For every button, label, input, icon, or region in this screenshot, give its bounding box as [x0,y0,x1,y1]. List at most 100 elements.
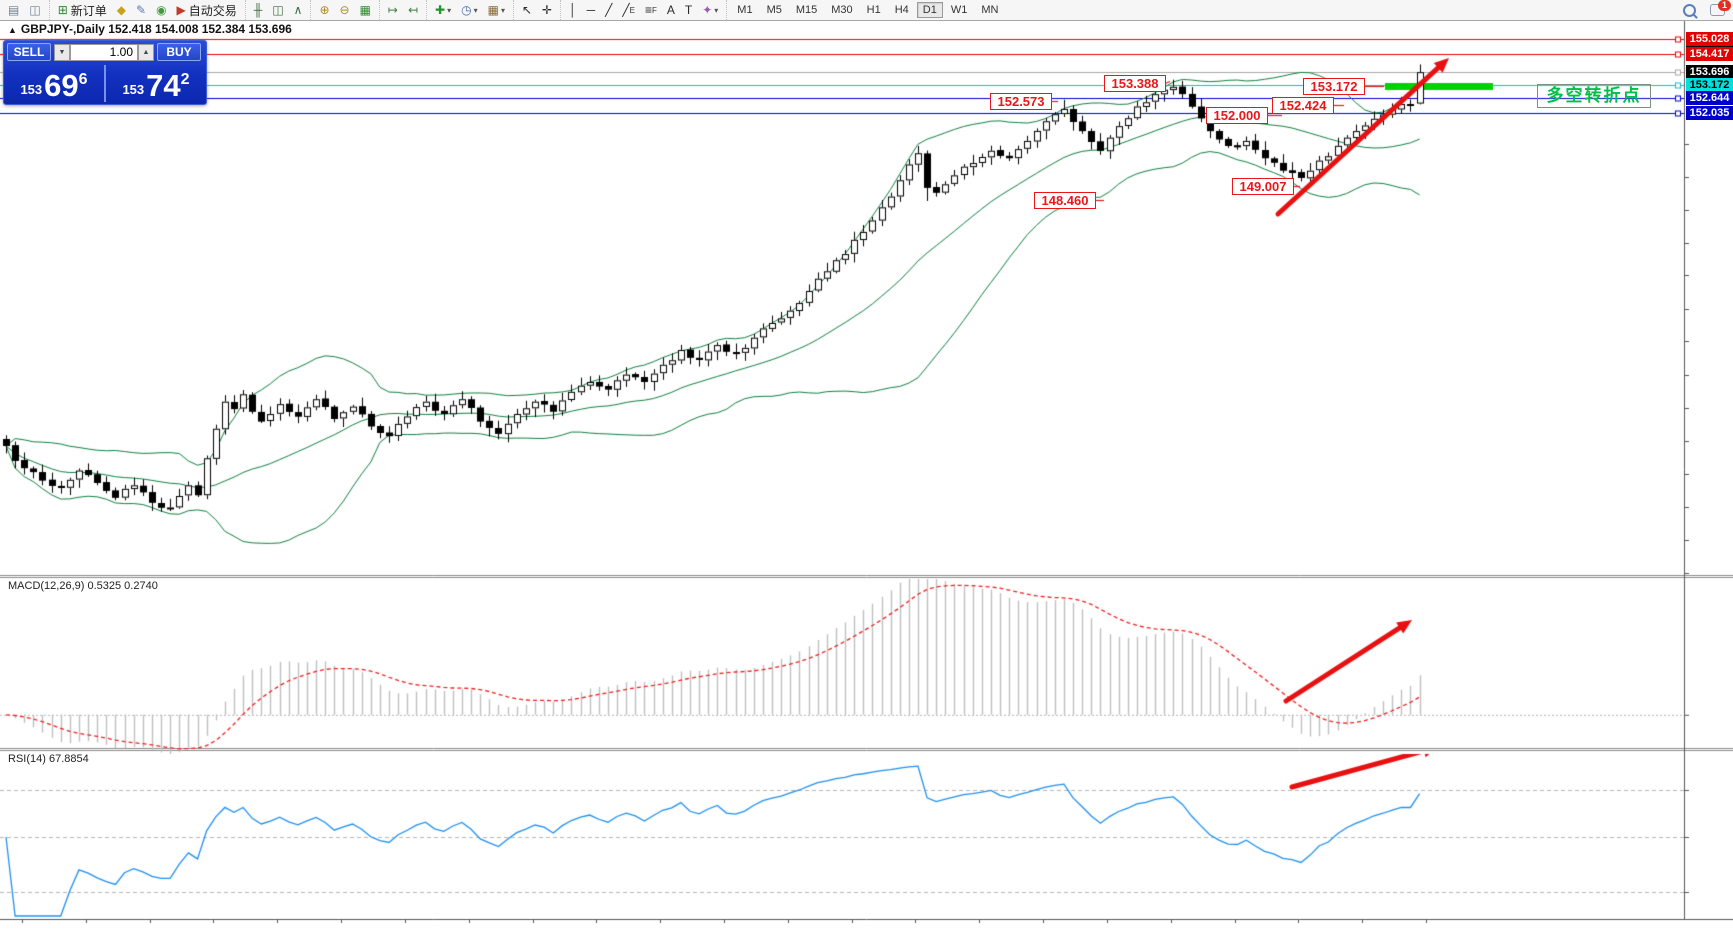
sell-button[interactable]: SELL [7,43,51,61]
profiles-icon[interactable]: ◫ [25,1,44,20]
symbol-ohlc-text: GBPJPY-,Daily 152.418 154.008 152.384 15… [21,22,292,36]
caret-up-icon: ▲ [143,49,150,56]
price-annotation[interactable]: 152.424 [1272,97,1334,114]
chart-canvas[interactable] [0,20,1733,939]
cursor-icon[interactable]: ↖ [518,1,536,20]
timeframe-mn[interactable]: MN [975,2,1004,18]
notifications-icon[interactable]: 1 [1710,4,1725,16]
bull-bear-turning-point-note[interactable]: 多空转折点 [1537,84,1651,108]
indicators-icon[interactable]: ✚▾ [431,1,455,20]
timeframe-w1[interactable]: W1 [945,2,974,18]
broadcast-icon[interactable]: ◉ [152,1,170,20]
caret-down-icon: ▼ [59,49,66,56]
auto-scroll-icon[interactable]: ↦ [384,1,402,20]
crosshair-icon[interactable]: ✛ [538,1,556,20]
new-order-button: ⊞ [58,2,68,18]
toolbar-group: ✚▾◷▾▦▾ [426,0,513,20]
sell-price-base: 153 [20,82,42,97]
candles-chart-icon[interactable]: ◫ [268,1,287,20]
autotrading-button: ▶ [177,2,186,18]
depth-of-market-icon: ◆ [117,2,126,18]
dropdown-caret-icon[interactable]: ▾ [714,6,718,15]
periods-icon[interactable]: ◷▾ [457,1,482,20]
autotrading-button[interactable]: ▶自动交易 [173,1,241,20]
toolbar-group: ↦↤ [379,0,426,20]
current-price-tag: 153.696 [1686,65,1733,79]
timeframe-h4[interactable]: H4 [889,2,915,18]
notification-badge: 1 [1718,0,1731,11]
trendline-icon: ╱ [605,2,612,18]
macd-label: MACD(12,26,9) 0.5325 0.2740 [8,580,158,592]
rsi-label: RSI(14) 67.8854 [8,753,89,765]
tile-windows-icon: ▦ [360,2,371,18]
toolbar-group: ↖✛ [513,0,560,20]
autotrading-button-label: 自动交易 [189,2,237,19]
indicators-icon: ✚ [435,2,445,18]
arrows-icon[interactable]: ✦▾ [698,1,722,20]
sell-price[interactable]: 153 69 6 [4,63,104,104]
periods-icon: ◷ [461,2,471,18]
equidistant-channel-icon-sub: E [630,6,635,15]
volume-input[interactable] [70,44,138,61]
text-label-icon[interactable]: T [681,1,696,20]
price-annotation[interactable]: 153.172 [1303,78,1365,95]
toolbar-group: ⊞新订单 ◆ ✎ ◉ ▶自动交易 [49,0,245,20]
level-price-tag: 153.172 [1686,78,1733,92]
tile-windows-icon[interactable]: ▦ [356,1,375,20]
vertical-line-icon[interactable]: │ [565,1,581,20]
timeframe-m1[interactable]: M1 [731,2,758,18]
level-price-tag: 155.028 [1686,32,1733,46]
top-toolbar: ▤◫⊞新订单◆✎◉▶自动交易╫◫∧⊕⊖▦↦↤✚▾◷▾▦▾↖✛│─╱╱E≡FAT✦… [0,0,1733,21]
zoom-in-icon[interactable]: ⊕ [315,1,333,20]
depth-of-market-icon[interactable]: ◆ [113,1,130,20]
broadcast-icon: ◉ [156,2,166,18]
trendline-icon[interactable]: ╱ [601,1,616,20]
new-chart-icon[interactable]: ▤ [4,1,23,20]
price-annotation[interactable]: 152.000 [1206,107,1268,124]
zoom-out-icon[interactable]: ⊖ [336,1,354,20]
price-annotation[interactable]: 153.388 [1104,75,1166,92]
dropdown-caret-icon[interactable]: ▾ [474,6,478,15]
volume-increase-button[interactable]: ▲ [138,44,154,61]
equidistant-channel-icon[interactable]: ╱E [618,1,639,20]
sell-price-pip: 6 [79,71,88,89]
new-order-button[interactable]: ⊞新订单 [54,1,111,20]
dropdown-caret-icon[interactable]: ▾ [447,6,451,15]
horizontal-line-icon[interactable]: ─ [583,1,600,20]
buy-price[interactable]: 153 74 2 [106,63,206,104]
price-annotation[interactable]: 149.007 [1232,178,1294,195]
chart-shift-icon[interactable]: ↤ [404,1,422,20]
dropdown-caret-icon[interactable]: ▾ [501,6,505,15]
crosshair-icon: ✛ [542,2,552,18]
bars-chart-icon[interactable]: ╫ [250,1,267,20]
buy-button[interactable]: BUY [157,43,201,61]
templates-icon[interactable]: ▦▾ [484,1,509,20]
auto-scroll-icon: ↦ [388,2,398,18]
zoom-out-icon: ⊖ [340,2,350,18]
line-chart-icon[interactable]: ∧ [290,1,307,20]
profiles-icon: ◫ [29,2,40,18]
text-icon: A [667,2,675,18]
one-click-trading-panel: SELL ▼ ▲ BUY 153 69 6 153 74 2 [3,40,207,105]
fibonacci-icon[interactable]: ≡F [641,1,661,20]
buy-price-main: 74 [146,71,180,101]
new-chart-icon: ▤ [8,2,19,18]
trade-panel-controls: SELL ▼ ▲ BUY [4,41,206,63]
timeframe-m15[interactable]: M15 [790,2,823,18]
timeframe-d1[interactable]: D1 [917,2,943,18]
timeframe-m5[interactable]: M5 [761,2,788,18]
volume-decrease-button[interactable]: ▼ [54,44,70,61]
templates-icon: ▦ [488,2,499,18]
fibonacci-icon-sub: F [652,6,657,15]
price-annotation[interactable]: 148.460 [1034,192,1096,209]
price-annotation[interactable]: 152.573 [990,93,1052,110]
toolbar-group: │─ ╱ ╱E≡F AT✦▾ [560,0,726,20]
metaeditor-icon: ✎ [136,2,146,18]
metaeditor-icon[interactable]: ✎ [132,1,150,20]
buy-price-pip: 2 [181,71,190,89]
timeframe-h1[interactable]: H1 [861,2,887,18]
search-icon[interactable] [1683,4,1696,17]
timeframe-group: M1M5M15M30H1H4D1W1MN [726,0,1008,20]
text-icon[interactable]: A [663,1,679,20]
timeframe-m30[interactable]: M30 [825,2,858,18]
